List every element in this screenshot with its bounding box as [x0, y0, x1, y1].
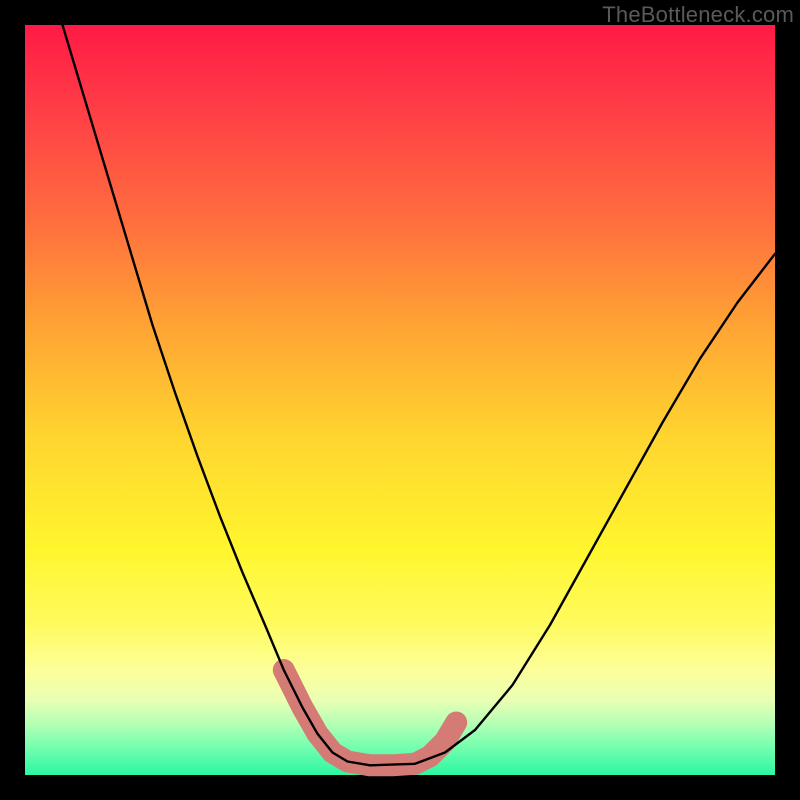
bottleneck-curve — [63, 25, 776, 765]
watermark-text: TheBottleneck.com — [602, 2, 794, 28]
chart-svg — [25, 25, 775, 775]
chart-frame: TheBottleneck.com — [0, 0, 800, 800]
